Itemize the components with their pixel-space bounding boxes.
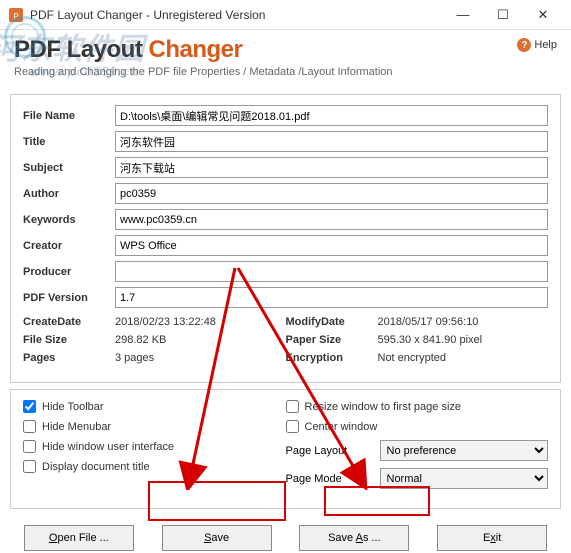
input-pdfversion[interactable] — [115, 287, 548, 308]
help-icon: ? — [517, 38, 531, 52]
select-page-layout[interactable]: No preference — [380, 440, 549, 461]
checkbox-hide-toolbar[interactable]: Hide Toolbar — [23, 400, 286, 413]
label-producer: Producer — [23, 266, 115, 278]
input-producer[interactable] — [115, 261, 548, 282]
label-keywords: Keywords — [23, 214, 115, 226]
options-panel: Hide Toolbar Hide Menubar Hide window us… — [10, 389, 561, 509]
close-button[interactable]: ✕ — [523, 3, 563, 27]
lbl-hide-window-ui: Hide window user interface — [42, 441, 174, 453]
input-creator[interactable] — [115, 235, 548, 256]
label-createdate: CreateDate — [23, 316, 115, 328]
label-pages: Pages — [23, 352, 115, 364]
help-button[interactable]: ? Help — [517, 38, 557, 52]
svg-text:P: P — [13, 12, 18, 21]
open-suffix: pen File ... — [57, 532, 108, 544]
window-title: PDF Layout Changer - Unregistered Versio… — [30, 8, 443, 22]
lbl-hide-toolbar: Hide Toolbar — [42, 401, 104, 413]
help-label: Help — [534, 39, 557, 51]
properties-panel: File Name Title Subject Author Keywords … — [10, 94, 561, 383]
input-title[interactable] — [115, 131, 548, 152]
checkbox-hide-menubar[interactable]: Hide Menubar — [23, 420, 286, 433]
open-file-button[interactable]: Open File ... — [24, 525, 134, 551]
app-logo: PDF Layout Changer — [14, 36, 557, 64]
label-modifydate: ModifyDate — [286, 316, 378, 328]
value-modifydate: 2018/05/17 09:56:10 — [378, 316, 549, 328]
save-as-button[interactable]: Save As ... — [299, 525, 409, 551]
save-suffix: ave — [211, 532, 229, 544]
maximize-button[interactable]: ☐ — [483, 3, 523, 27]
label-subject: Subject — [23, 162, 115, 174]
logo-plain: PDF Layout — [14, 36, 149, 63]
saveas-suffix: s ... — [363, 532, 381, 544]
input-keywords[interactable] — [115, 209, 548, 230]
checkbox-resize-window[interactable]: Resize window to first page size — [286, 400, 549, 413]
lbl-display-doc-title: Display document title — [42, 461, 150, 473]
cb-hide-toolbar[interactable] — [23, 400, 36, 413]
lbl-hide-menubar: Hide Menubar — [42, 421, 111, 433]
cb-hide-window-ui[interactable] — [23, 440, 36, 453]
logo-accent: Changer — [149, 36, 243, 63]
lbl-center-window: Center window — [305, 421, 378, 433]
value-filesize: 298.82 KB — [115, 334, 286, 346]
save-button[interactable]: Save — [162, 525, 272, 551]
checkbox-hide-window-ui[interactable]: Hide window user interface — [23, 440, 286, 453]
value-encryption: Not encrypted — [378, 352, 549, 364]
input-subject[interactable] — [115, 157, 548, 178]
label-page-mode: Page Mode — [286, 473, 380, 485]
exit-suffix: it — [496, 532, 502, 544]
header: PDF Layout Changer Reading and Changing … — [0, 30, 571, 88]
exit-button[interactable]: Exit — [437, 525, 547, 551]
saveas-prefix: Save — [328, 532, 356, 544]
subtitle: Reading and Changing the PDF file Proper… — [14, 66, 557, 78]
minimize-button[interactable]: — — [443, 3, 483, 27]
label-creator: Creator — [23, 240, 115, 252]
cb-hide-menubar[interactable] — [23, 420, 36, 433]
lbl-resize-window: Resize window to first page size — [305, 401, 462, 413]
checkbox-center-window[interactable]: Center window — [286, 420, 549, 433]
app-icon: P — [8, 7, 24, 23]
label-title: Title — [23, 136, 115, 148]
value-papersize: 595.30 x 841.90 pixel — [378, 334, 549, 346]
label-pdfversion: PDF Version — [23, 292, 115, 304]
titlebar: P PDF Layout Changer - Unregistered Vers… — [0, 0, 571, 30]
label-papersize: Paper Size — [286, 334, 378, 346]
cb-resize-window[interactable] — [286, 400, 299, 413]
select-page-mode[interactable]: Normal — [380, 468, 549, 489]
checkbox-display-doc-title[interactable]: Display document title — [23, 460, 286, 473]
label-filesize: File Size — [23, 334, 115, 346]
value-pages: 3 pages — [115, 352, 286, 364]
input-author[interactable] — [115, 183, 548, 204]
cb-center-window[interactable] — [286, 420, 299, 433]
label-encryption: Encryption — [286, 352, 378, 364]
label-page-layout: Page Layout — [286, 445, 380, 457]
cb-display-doc-title[interactable] — [23, 460, 36, 473]
label-author: Author — [23, 188, 115, 200]
button-bar: Open File ... Save Save As ... Exit — [0, 515, 571, 551]
input-filename[interactable] — [115, 105, 548, 126]
label-filename: File Name — [23, 110, 115, 122]
value-createdate: 2018/02/23 13:22:48 — [115, 316, 286, 328]
